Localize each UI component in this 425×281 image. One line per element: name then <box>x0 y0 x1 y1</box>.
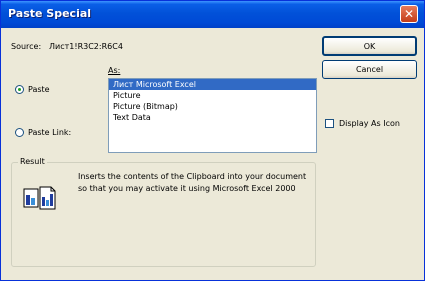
ok-button[interactable]: OK <box>322 36 417 56</box>
as-label: As: <box>108 66 120 75</box>
source-label: Source: <box>11 42 42 51</box>
display-as-icon-label[interactable]: Display As Icon <box>339 119 400 128</box>
result-group: Result Inserts the contents of the Clipb… <box>11 157 316 267</box>
display-as-icon-checkbox[interactable] <box>325 119 334 128</box>
result-description: Inserts the contents of the Clipboard in… <box>78 172 307 193</box>
ok-button-label: OK <box>363 42 376 51</box>
paste-radio-label[interactable]: Paste <box>28 85 50 94</box>
cancel-button[interactable]: Cancel <box>322 60 417 79</box>
paste-special-dialog: Paste Special ✕ Source: Лист1!R3C2:R6C4 … <box>0 0 425 281</box>
cancel-button-label: Cancel <box>355 65 384 74</box>
as-listbox[interactable]: Лист Microsoft Excel Picture Picture (Bi… <box>108 78 317 153</box>
close-button[interactable]: ✕ <box>400 5 418 23</box>
source-value: Лист1!R3C2:R6C4 <box>49 42 123 51</box>
paste-link-radio-label[interactable]: Paste Link: <box>28 128 71 137</box>
paste-link-radio[interactable] <box>15 128 24 137</box>
list-item[interactable]: Picture <box>109 90 316 101</box>
as-label-text: As: <box>108 66 121 75</box>
list-item[interactable]: Picture (Bitmap) <box>109 101 316 112</box>
paste-result-icon <box>23 185 59 211</box>
list-item[interactable]: Лист Microsoft Excel <box>109 79 316 90</box>
result-label: Result <box>18 157 47 166</box>
close-icon: ✕ <box>403 7 415 21</box>
list-item[interactable]: Text Data <box>109 112 316 123</box>
title-bar[interactable]: Paste Special ✕ <box>1 1 424 28</box>
paste-radio[interactable] <box>15 85 24 94</box>
window-title: Paste Special <box>8 7 92 20</box>
